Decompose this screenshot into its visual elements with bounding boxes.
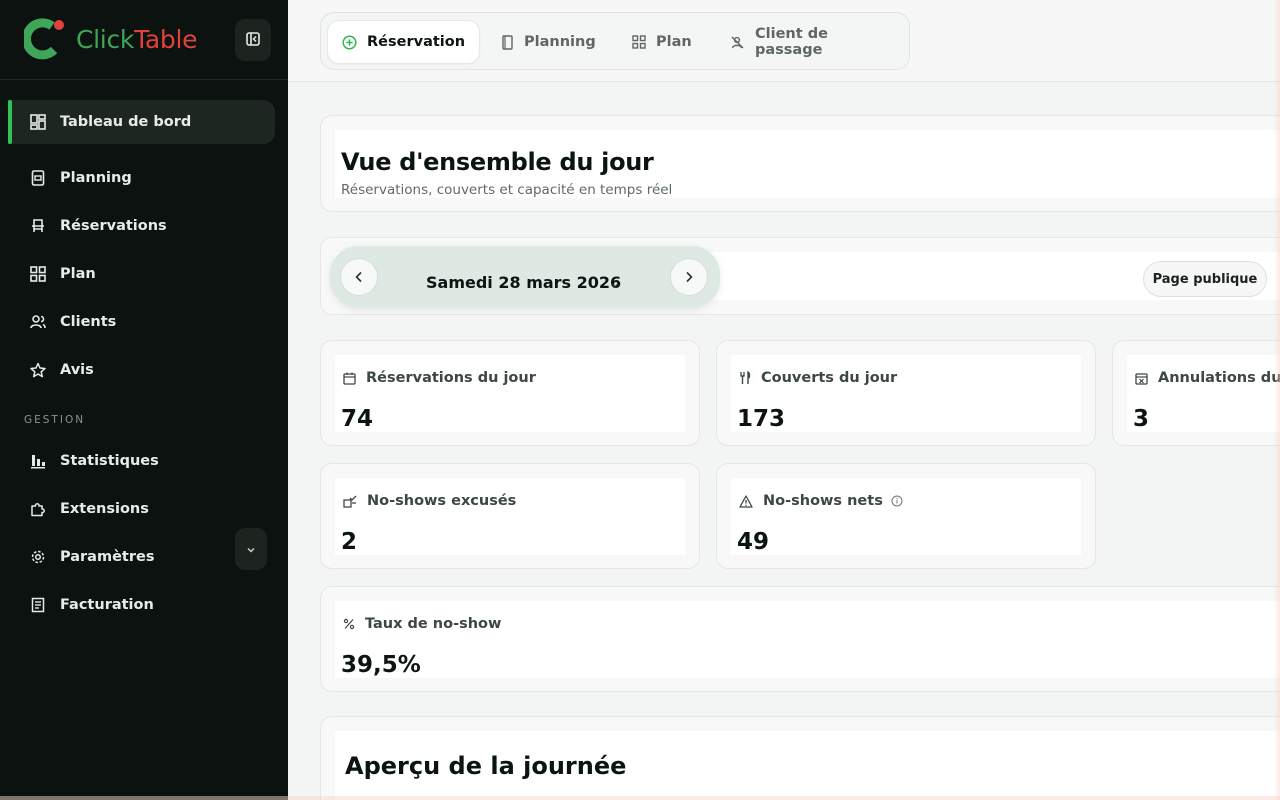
sidebar: ClickTable Tableau de bord Planning Rése… [0, 0, 288, 800]
sidebar-item-clients[interactable]: Clients [8, 300, 275, 344]
sidebar-collapse-icon [246, 31, 260, 50]
next-day-button[interactable] [670, 258, 708, 296]
quick-tabs: Réservation Planning Plan Client de pass… [320, 12, 910, 70]
warning-icon [739, 494, 753, 508]
no-show-excused-icon [343, 495, 357, 508]
public-page-button[interactable]: Page publique [1143, 261, 1267, 297]
stat-value: 173 [737, 406, 786, 432]
chevron-down-icon[interactable] [610, 276, 620, 295]
grid-icon [30, 266, 46, 282]
sidebar-item-label: Tableau de bord [60, 114, 192, 130]
sidebar-item-label: Réservations [60, 218, 167, 234]
sidebar-item-label: Avis [60, 362, 94, 378]
bookmark-icon [501, 34, 514, 50]
stat-card-reservations [320, 340, 700, 446]
logo-text-click: Click [76, 24, 135, 54]
stat-label: Taux de no-show [343, 616, 501, 632]
chevron-right-icon [684, 268, 694, 287]
calendar-icon [343, 372, 356, 385]
tab-plan[interactable]: Plan [618, 20, 706, 64]
chevron-left-icon [354, 268, 364, 287]
receipt-icon [30, 597, 46, 613]
logo-mark-icon [22, 18, 66, 60]
percent-icon [343, 618, 355, 630]
page-subtitle: Réservations, couverts et capacité en te… [341, 182, 673, 198]
plus-circle-icon [342, 34, 357, 50]
tab-client-de-passage[interactable]: Client de passage [716, 20, 909, 64]
sidebar-item-label: Plan [60, 266, 96, 282]
stat-label: Couverts du jour [739, 370, 897, 386]
tab-label: Réservation [367, 34, 466, 50]
sidebar-divider [0, 79, 288, 80]
stat-value: 3 [1133, 406, 1150, 432]
stat-label: No-shows excusés [343, 493, 516, 509]
collapse-sidebar-button[interactable] [235, 19, 271, 61]
info-icon[interactable] [891, 495, 903, 507]
sidebar-item-planning[interactable]: Planning [8, 156, 275, 200]
sidebar-item-label: Clients [60, 314, 117, 330]
tab-planning[interactable]: Planning [487, 20, 610, 64]
tab-label: Plan [656, 34, 692, 50]
stat-card-taux-no-show [320, 586, 1280, 692]
stat-value: 2 [341, 529, 358, 555]
edge-fade [1274, 0, 1280, 800]
sidebar-item-reservations[interactable]: Réservations [8, 204, 275, 248]
tab-label: Client de passage [755, 26, 828, 58]
calendar-x-icon [1135, 372, 1148, 385]
day-overview-title: Aperçu de la journée [345, 752, 627, 780]
stat-value: 74 [341, 406, 374, 432]
stat-card-no-shows-nets [716, 463, 1096, 569]
users-icon [30, 314, 46, 330]
sidebar-item-label: Facturation [60, 597, 154, 613]
calendar-book-icon [30, 170, 46, 186]
puzzle-icon [30, 501, 46, 517]
sidebar-item-extensions[interactable]: Extensions [8, 487, 275, 531]
sidebar-item-label: Extensions [60, 501, 149, 517]
previous-day-button[interactable] [340, 258, 378, 296]
stat-value: 39,5% [341, 652, 421, 678]
chevron-down-icon [246, 540, 256, 559]
sidebar-item-plan[interactable]: Plan [8, 252, 275, 296]
stat-label: No-shows nets [739, 493, 903, 509]
sidebar-item-statistiques[interactable]: Statistiques [8, 439, 275, 483]
bar-chart-icon [30, 453, 46, 469]
bottom-fade [0, 796, 1280, 800]
gear-icon [30, 549, 46, 565]
sidebar-item-label: Paramètres [60, 549, 155, 565]
tab-reservation[interactable]: Réservation [327, 20, 481, 64]
walk-in-icon [730, 35, 745, 50]
dashboard-icon [30, 114, 46, 130]
main-content: Réservation Planning Plan Client de pass… [288, 0, 1280, 800]
stat-label: Annulations du jo [1135, 370, 1280, 386]
sidebar-item-tableau-de-bord[interactable]: Tableau de bord [8, 100, 275, 144]
sidebar-item-avis[interactable]: Avis [8, 348, 275, 392]
parametres-expand-button[interactable] [235, 528, 267, 570]
top-bar: Réservation Planning Plan Client de pass… [288, 0, 1280, 82]
cutlery-icon [739, 371, 751, 385]
sidebar-item-label: Statistiques [60, 453, 159, 469]
current-date[interactable]: Samedi 28 mars 2026 [426, 273, 621, 292]
page-title: Vue d'ensemble du jour [341, 148, 654, 176]
stat-value: 49 [737, 529, 770, 555]
star-icon [30, 362, 46, 378]
stat-label: Réservations du jour [343, 370, 536, 386]
logo: ClickTable [22, 18, 198, 60]
tab-label: Planning [524, 34, 596, 50]
stat-card-no-shows-excuses [320, 463, 700, 569]
chair-icon [30, 218, 46, 234]
logo-text-table: Table [134, 24, 198, 54]
sidebar-item-facturation[interactable]: Facturation [8, 583, 275, 627]
grid-icon [632, 35, 646, 49]
sidebar-item-label: Planning [60, 170, 132, 186]
section-label-gestion: GESTION [24, 414, 86, 426]
